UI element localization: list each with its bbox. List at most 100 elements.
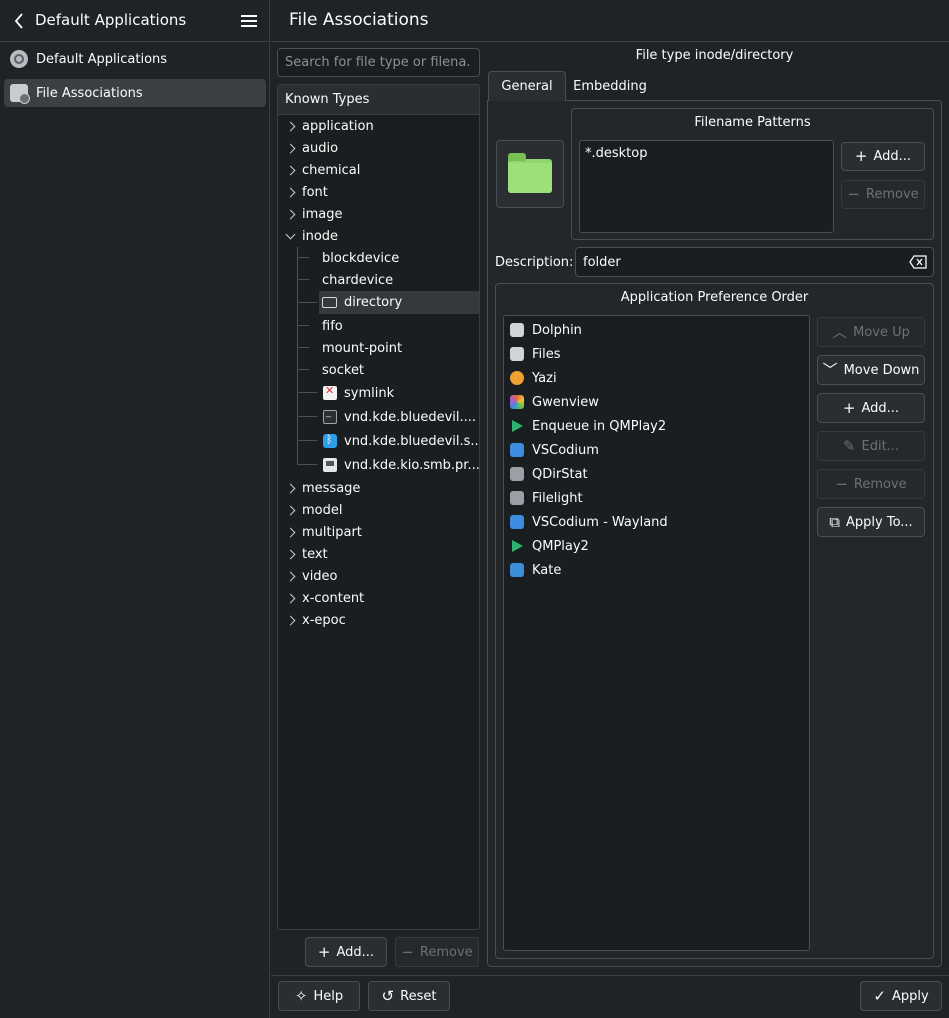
tree-item-text[interactable]: text — [278, 543, 479, 565]
app-item-dolphin[interactable]: Dolphin — [510, 318, 805, 342]
copy-icon: ⧉ — [829, 512, 840, 531]
chevron-right-icon[interactable] — [287, 209, 297, 219]
tree-item-chemical[interactable]: chemical — [278, 159, 479, 181]
file-associations-icon — [10, 84, 30, 104]
sidebar-item-default-applications[interactable]: Default Applications — [4, 45, 266, 73]
app-item-qdirstat[interactable]: QDirStat — [510, 462, 805, 486]
known-types-tree[interactable]: Known Types application audio chemical f… — [277, 84, 480, 930]
tree-item-fifo[interactable]: fifo — [278, 315, 479, 337]
chevron-right-icon[interactable] — [287, 187, 297, 197]
vscodium-icon — [510, 515, 524, 529]
tree-header: Known Types — [278, 85, 479, 115]
app-item-enqueue-qmplay2[interactable]: Enqueue in QMPlay2 — [510, 414, 805, 438]
folder-icon — [322, 297, 337, 308]
chevron-right-icon[interactable] — [287, 165, 297, 175]
chevron-down-icon: ﹀ — [822, 360, 838, 379]
vscodium-icon — [510, 443, 524, 457]
tree-item-multipart[interactable]: multipart — [278, 521, 479, 543]
tree-item-mount-point[interactable]: mount-point — [278, 337, 479, 359]
app-item-filelight[interactable]: Filelight — [510, 486, 805, 510]
chevron-right-icon[interactable] — [287, 505, 297, 515]
reset-button[interactable]: ↺ Reset — [368, 981, 450, 1011]
hamburger-menu-icon[interactable] — [238, 11, 260, 31]
app-item-files[interactable]: Files — [510, 342, 805, 366]
tree-item-inode[interactable]: inode — [278, 225, 479, 247]
file-type-icon-button[interactable] — [496, 140, 564, 208]
tree-item-message[interactable]: message — [278, 477, 479, 499]
tree-item-x-epoc[interactable]: x-epoc — [278, 609, 479, 631]
tab-general[interactable]: General — [488, 71, 566, 101]
move-down-button[interactable]: ﹀ Move Down — [817, 355, 925, 385]
app-preference-title: Application Preference Order — [620, 290, 809, 305]
app-item-vscodium-wayland[interactable]: VSCodium - Wayland — [510, 510, 805, 534]
minus-icon: − — [835, 474, 848, 493]
tree-item-x-content[interactable]: x-content — [278, 587, 479, 609]
move-up-button[interactable]: ︿ Move Up — [817, 317, 925, 347]
tab-embedding[interactable]: Embedding — [566, 71, 654, 101]
qdirstat-icon — [510, 467, 524, 481]
help-icon: ✧ — [294, 986, 308, 1005]
chevron-right-icon[interactable] — [287, 121, 297, 131]
remove-pattern-button[interactable]: − Remove — [841, 180, 925, 209]
chevron-right-icon[interactable] — [287, 615, 297, 625]
tree-item-image[interactable]: image — [278, 203, 479, 225]
gwenview-icon — [510, 395, 524, 409]
chevron-right-icon[interactable] — [287, 593, 297, 603]
search-input[interactable] — [277, 48, 480, 77]
add-type-button[interactable]: + Add... — [305, 937, 387, 967]
app-item-yazi[interactable]: Yazi — [510, 366, 805, 390]
list-item[interactable]: *.desktop — [585, 146, 828, 161]
folder-icon — [508, 153, 552, 193]
app-item-kate[interactable]: Kate — [510, 558, 805, 582]
dolphin-icon — [510, 323, 524, 337]
remove-type-button[interactable]: − Remove — [395, 937, 479, 967]
plus-icon: + — [854, 147, 868, 165]
plus-icon: + — [317, 942, 331, 961]
tree-item-symlink[interactable]: symlink — [278, 382, 479, 404]
tree-item-application[interactable]: application — [278, 115, 479, 137]
chevron-right-icon[interactable] — [287, 549, 297, 559]
app-item-gwenview[interactable]: Gwenview — [510, 390, 805, 414]
gear-icon — [10, 50, 28, 68]
tree-item-audio[interactable]: audio — [278, 137, 479, 159]
app-item-qmplay2[interactable]: QMPlay2 — [510, 534, 805, 558]
edit-app-button[interactable]: ✎ Edit... — [817, 431, 925, 461]
sidebar-item-label: File Associations — [36, 85, 143, 101]
sidebar-header: Default Applications — [0, 0, 270, 42]
chevron-right-icon[interactable] — [287, 527, 297, 537]
tree-item-blockdevice[interactable]: blockdevice — [278, 247, 479, 269]
tree-item-kio-smb[interactable]: vnd.kde.kio.smb.pr... — [278, 454, 479, 476]
back-button[interactable] — [8, 9, 30, 33]
description-field[interactable]: folder — [575, 247, 934, 277]
filelight-icon — [510, 491, 524, 505]
chevron-right-icon[interactable] — [287, 143, 297, 153]
add-pattern-button[interactable]: + Add... — [841, 142, 925, 171]
chevron-down-icon[interactable] — [286, 231, 296, 241]
sidebar-item-file-associations[interactable]: File Associations — [4, 79, 266, 107]
app-item-vscodium[interactable]: VSCodium — [510, 438, 805, 462]
apply-to-button[interactable]: ⧉ Apply To... — [817, 507, 925, 537]
tree-item-bluedevil-1[interactable]: vnd.kde.bluedevil.... — [278, 406, 479, 428]
chevron-right-icon[interactable] — [287, 483, 297, 493]
filename-patterns-list[interactable]: *.desktop — [579, 140, 834, 233]
tree-item-socket[interactable]: socket — [278, 359, 479, 381]
clear-text-icon[interactable] — [909, 255, 927, 269]
apply-button[interactable]: ✓ Apply — [860, 981, 942, 1011]
remove-app-button[interactable]: − Remove — [817, 469, 925, 499]
tree-item-video[interactable]: video — [278, 565, 479, 587]
tree-item-chardevice[interactable]: chardevice — [278, 269, 479, 291]
filename-patterns-title: Filename Patterns — [694, 115, 811, 130]
bluetooth-icon — [323, 433, 337, 448]
tree-item-model[interactable]: model — [278, 499, 479, 521]
tree-item-bluedevil-2[interactable]: vnd.kde.bluedevil.s... — [278, 430, 479, 452]
app-preference-list[interactable]: Dolphin Files Yazi Gwenview Enqueue in Q… — [503, 315, 810, 951]
chevron-right-icon[interactable] — [287, 571, 297, 581]
yazi-icon — [510, 371, 524, 385]
add-app-button[interactable]: + Add... — [817, 393, 925, 423]
page-title: File Associations — [289, 10, 429, 30]
printer-icon — [323, 458, 337, 472]
minus-icon: − — [401, 942, 414, 961]
tree-item-font[interactable]: font — [278, 181, 479, 203]
help-button[interactable]: ✧ Help — [278, 981, 360, 1011]
tree-item-directory[interactable]: directory — [319, 291, 479, 314]
